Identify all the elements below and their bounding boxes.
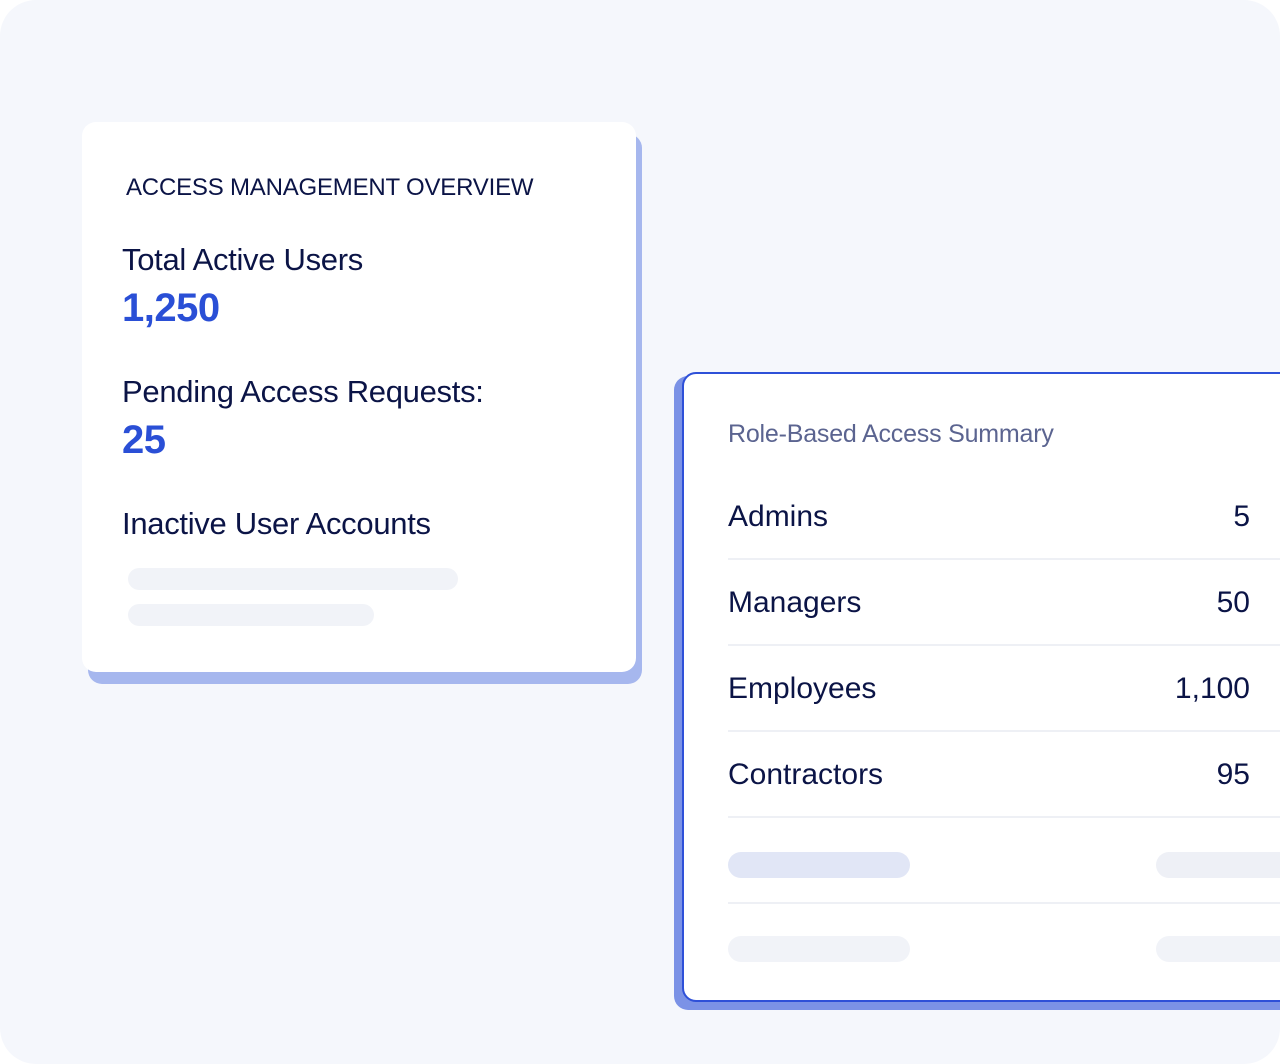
role-name: Employees [728,672,877,705]
role-count: 50 [1216,586,1250,619]
access-overview-card: ACCESS MANAGEMENT OVERVIEW Total Active … [82,122,642,684]
roles-summary-title: Role-Based Access Summary [728,420,1054,448]
placeholder-pill [1156,936,1280,962]
role-row-admins: Admins 5 [728,474,1280,560]
placeholder-pill [728,852,910,878]
total-active-users-value: 1,250 [122,286,220,330]
placeholder-line [128,604,374,626]
role-count: 95 [1216,758,1250,791]
overview-card-body: ACCESS MANAGEMENT OVERVIEW Total Active … [82,122,636,672]
inactive-user-accounts-label: Inactive User Accounts [122,506,431,541]
canvas-background: ACCESS MANAGEMENT OVERVIEW Total Active … [0,0,1280,1064]
pending-access-requests-label: Pending Access Requests: [122,374,484,409]
total-active-users-label: Total Active Users [122,242,363,277]
role-count: 1,100 [1174,672,1250,705]
role-name: Contractors [728,758,884,791]
placeholder-line [128,568,458,590]
role-row-employees: Employees 1,100 [728,646,1280,732]
roles-card-body: Role-Based Access Summary Admins 5 Manag… [682,372,1280,1002]
placeholder-pill [728,936,910,962]
pending-access-requests-value: 25 [122,418,166,462]
overview-title: ACCESS MANAGEMENT OVERVIEW [126,174,534,201]
role-name: Admins [728,500,829,533]
role-count: 5 [1233,500,1250,533]
placeholder-pill [1156,852,1280,878]
role-name: Managers [728,586,862,619]
role-access-summary-card: Role-Based Access Summary Admins 5 Manag… [674,372,1280,1012]
role-row-managers: Managers 50 [728,560,1280,646]
role-row-contractors: Contractors 95 [728,732,1280,818]
